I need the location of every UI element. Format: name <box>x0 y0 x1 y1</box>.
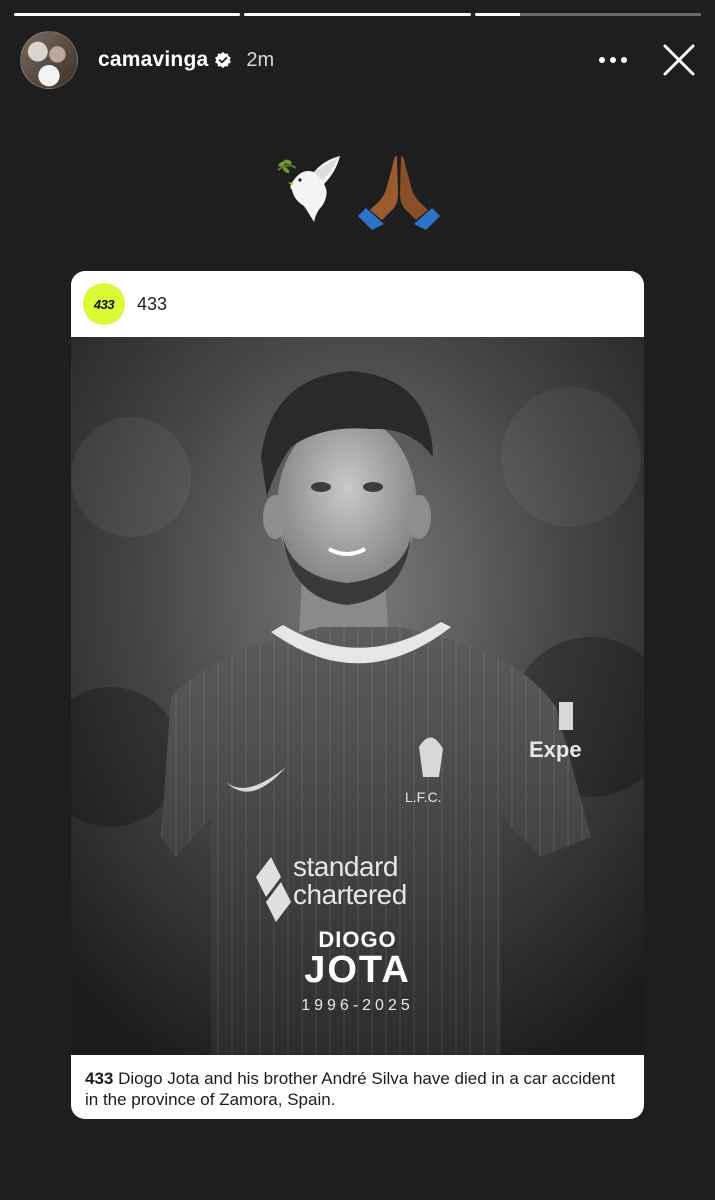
sleeve-sponsor-text: Expe <box>529 737 582 762</box>
crest-text: L.F.C. <box>405 789 442 805</box>
shared-post-card[interactable]: 433 433 standard chartered L.F.C. Expe D… <box>71 271 644 1119</box>
progress-segment <box>14 13 241 16</box>
folded-hands-emoji <box>357 156 440 230</box>
shirt-sponsor-text: standard chartered <box>293 853 407 909</box>
post-caption: 433 Diogo Jota and his brother André Sil… <box>71 1055 644 1119</box>
sponsor-line-2: chartered <box>293 879 407 910</box>
story-progress <box>14 13 701 16</box>
close-button[interactable] <box>659 40 699 80</box>
post-time: 2m <box>246 48 275 71</box>
progress-segment <box>244 13 471 16</box>
tribute-last-name: JOTA <box>304 949 411 991</box>
story-header: camavinga 2m <box>20 30 699 90</box>
progress-fill <box>244 13 471 16</box>
more-horizontal-icon <box>599 57 627 63</box>
sponsor-line-1: standard <box>293 851 398 882</box>
close-icon <box>663 44 695 76</box>
progress-fill <box>14 13 241 16</box>
story-emoji-text <box>0 150 715 230</box>
verified-badge-icon <box>215 51 232 69</box>
caption-text: Diogo Jota and his brother André Silva h… <box>85 1069 616 1109</box>
avatar[interactable] <box>20 31 78 89</box>
post-image: standard chartered L.F.C. Expe DIOGO JOT… <box>71 337 644 1055</box>
dove-with-olive-branch-emoji <box>276 156 340 222</box>
progress-fill <box>474 13 520 16</box>
username[interactable]: camavinga <box>98 48 208 72</box>
tribute-years: 1996-2025 <box>301 997 414 1014</box>
caption-account[interactable]: 433 <box>85 1069 113 1088</box>
post-account-name[interactable]: 433 <box>137 294 167 315</box>
account-logo[interactable]: 433 <box>83 283 125 325</box>
post-header: 433 433 <box>71 271 644 337</box>
more-options-button[interactable] <box>597 44 629 76</box>
progress-segment <box>474 13 701 16</box>
